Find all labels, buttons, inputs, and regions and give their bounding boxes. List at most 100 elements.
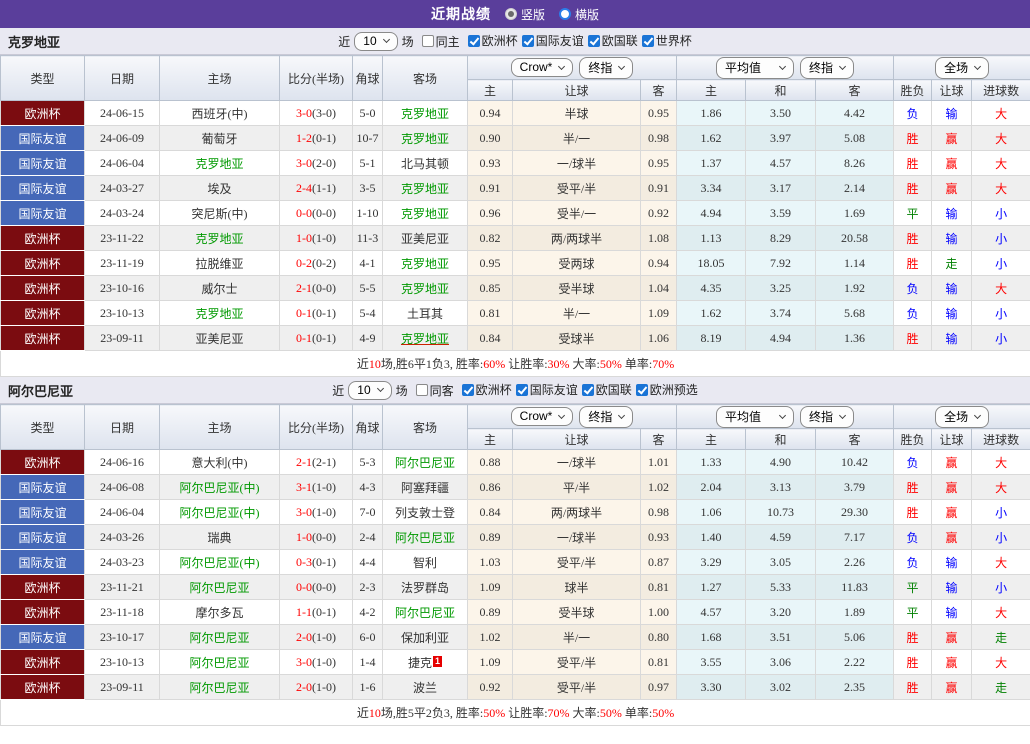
score-cell: 2-0(1-0)	[279, 624, 353, 650]
home-team[interactable]: 西班牙(中)	[159, 100, 280, 126]
away-team[interactable]: 克罗地亚	[382, 125, 468, 151]
handicap-away-odds: 1.04	[639, 275, 678, 301]
layout-radio-vertical[interactable]: 竖版	[504, 6, 545, 23]
league-filter-checkbox[interactable]: 国际友谊	[515, 381, 578, 398]
away-team[interactable]: 法罗群岛	[382, 574, 468, 600]
home-team[interactable]: 阿尔巴尼亚	[159, 674, 280, 700]
summary-row: 近10场,胜6平1负3, 胜率:60% 让胜率:30% 大率:50% 单率:70…	[0, 350, 1030, 377]
filter-bar: 近 10 场 同主 欧洲杯 国际友谊 欧国联 世界杯	[338, 31, 692, 51]
result-flag: 胜	[893, 225, 933, 251]
checkbox-icon	[415, 384, 428, 396]
checkbox-icon	[587, 34, 600, 47]
scope-select[interactable]: 全场	[935, 405, 990, 428]
away-team[interactable]: 土耳其	[382, 300, 468, 326]
handicap-line: 受半球	[512, 599, 641, 625]
match-count-select[interactable]: 10	[354, 31, 398, 51]
away-team[interactable]: 北马其顿	[382, 150, 468, 176]
scope-select[interactable]: 全场	[935, 56, 990, 79]
home-team[interactable]: 突尼斯(中)	[159, 200, 280, 226]
avg-draw-odds: 3.20	[745, 599, 817, 625]
avg-time-select[interactable]: 终指	[800, 56, 855, 79]
odds-time-select[interactable]: 终指	[579, 405, 634, 428]
handicap-line: 半/一	[512, 125, 641, 151]
home-team[interactable]: 阿尔巴尼亚(中)	[159, 549, 280, 575]
home-team[interactable]: 意大利(中)	[159, 449, 280, 475]
col-home: 主场	[159, 404, 280, 450]
home-team[interactable]: 瑞典	[159, 524, 280, 550]
score-cell: 1-2(0-1)	[279, 125, 353, 151]
away-team[interactable]: 波兰	[382, 674, 468, 700]
home-team[interactable]: 阿尔巴尼亚	[159, 649, 280, 675]
league-filter-checkbox[interactable]: 欧洲预选	[635, 381, 698, 398]
checkbox-label: 同主	[435, 34, 460, 49]
home-team[interactable]: 克罗地亚	[159, 225, 280, 251]
avg-draw-odds: 3.97	[745, 125, 817, 151]
away-team[interactable]: 阿尔巴尼亚	[382, 599, 468, 625]
match-date: 24-03-24	[84, 200, 160, 226]
avg-time-select[interactable]: 终指	[800, 405, 855, 428]
league-filter-checkbox[interactable]: 欧洲杯	[461, 381, 512, 398]
league-filter-checkbox[interactable]: 欧国联	[587, 32, 638, 49]
away-team[interactable]: 克罗地亚	[382, 200, 468, 226]
home-team[interactable]: 亚美尼亚	[159, 325, 280, 351]
odds-company-select[interactable]: Crow*	[510, 407, 574, 426]
away-team[interactable]: 阿塞拜疆	[382, 474, 468, 500]
avg-home-odds: 1.33	[676, 449, 747, 475]
home-team[interactable]: 葡萄牙	[159, 125, 280, 151]
match-count-select[interactable]: 10	[348, 380, 392, 400]
away-team[interactable]: 克罗地亚	[382, 100, 468, 126]
away-team[interactable]: 克罗地亚	[382, 250, 468, 276]
league-filter-checkbox[interactable]: 欧国联	[581, 381, 632, 398]
away-team[interactable]: 阿尔巴尼亚	[382, 449, 468, 475]
league-filters: 欧洲杯 国际友谊 欧国联 欧洲预选	[458, 381, 698, 399]
league-badge: 国际友谊	[0, 125, 85, 151]
goals-result-flag: 走	[971, 624, 1030, 650]
home-team[interactable]: 阿尔巴尼亚	[159, 574, 280, 600]
avg-source-select[interactable]: 平均值	[716, 405, 795, 428]
home-team[interactable]: 阿尔巴尼亚(中)	[159, 499, 280, 525]
away-team[interactable]: 智利	[382, 549, 468, 575]
same-venue-checkbox[interactable]: 同主	[421, 33, 460, 50]
avg-draw-odds: 4.57	[745, 150, 817, 176]
corner-score: 5-3	[352, 449, 383, 475]
home-team[interactable]: 阿尔巴尼亚(中)	[159, 474, 280, 500]
away-team[interactable]: 阿尔巴尼亚	[382, 524, 468, 550]
away-team[interactable]: 克罗地亚	[382, 325, 468, 351]
away-team-name: 阿塞拜疆	[400, 480, 449, 495]
avg-home-odds: 1.86	[676, 100, 747, 126]
same-venue-checkbox[interactable]: 同客	[415, 382, 454, 399]
score-cell: 1-0(0-0)	[279, 524, 353, 550]
league-filter-checkbox[interactable]: 国际友谊	[521, 32, 584, 49]
home-team[interactable]: 阿尔巴尼亚	[159, 624, 280, 650]
result-flag: 平	[893, 599, 933, 625]
league-filter-checkbox[interactable]: 欧洲杯	[467, 32, 518, 49]
sections-container: 克罗地亚 近 10 场 同主 欧洲杯 国际友谊 欧国联 世界杯 类型 日期 主场…	[0, 28, 1030, 726]
league-filter-checkbox[interactable]: 世界杯	[641, 32, 692, 49]
subcol-avg-home: 主	[676, 428, 747, 450]
away-team[interactable]: 亚美尼亚	[382, 225, 468, 251]
away-team[interactable]: 克罗地亚	[382, 275, 468, 301]
home-team[interactable]: 克罗地亚	[159, 150, 280, 176]
away-team[interactable]: 捷克 1	[382, 649, 468, 675]
away-team-name: 阿尔巴尼亚	[394, 455, 455, 470]
layout-radio-horizontal[interactable]: 横版	[559, 6, 599, 23]
summary-segment: 10	[368, 706, 381, 720]
checkbox-label: 国际友谊	[529, 383, 578, 398]
away-team[interactable]: 克罗地亚	[382, 175, 468, 201]
score-cell: 3-1(1-0)	[279, 474, 353, 500]
away-team[interactable]: 列支敦士登	[382, 499, 468, 525]
home-team[interactable]: 威尔士	[159, 275, 280, 301]
home-team[interactable]: 摩尔多瓦	[159, 599, 280, 625]
table-row: 国际友谊 24-03-24 突尼斯(中) 0-0(0-0) 1-10 克罗地亚 …	[0, 200, 1030, 226]
odds-company-select[interactable]: Crow*	[510, 58, 574, 77]
home-team[interactable]: 埃及	[159, 175, 280, 201]
home-team[interactable]: 克罗地亚	[159, 300, 280, 326]
avg-source-select[interactable]: 平均值	[716, 56, 795, 79]
league-badge: 欧洲杯	[0, 599, 85, 625]
odds-time-select[interactable]: 终指	[579, 56, 634, 79]
away-team-name: 列支敦士登	[394, 505, 455, 520]
handicap-result-flag: 赢	[931, 624, 973, 650]
away-team[interactable]: 保加利亚	[382, 624, 468, 650]
handicap-line: 受半球	[512, 275, 641, 301]
home-team[interactable]: 拉脱维亚	[159, 250, 280, 276]
